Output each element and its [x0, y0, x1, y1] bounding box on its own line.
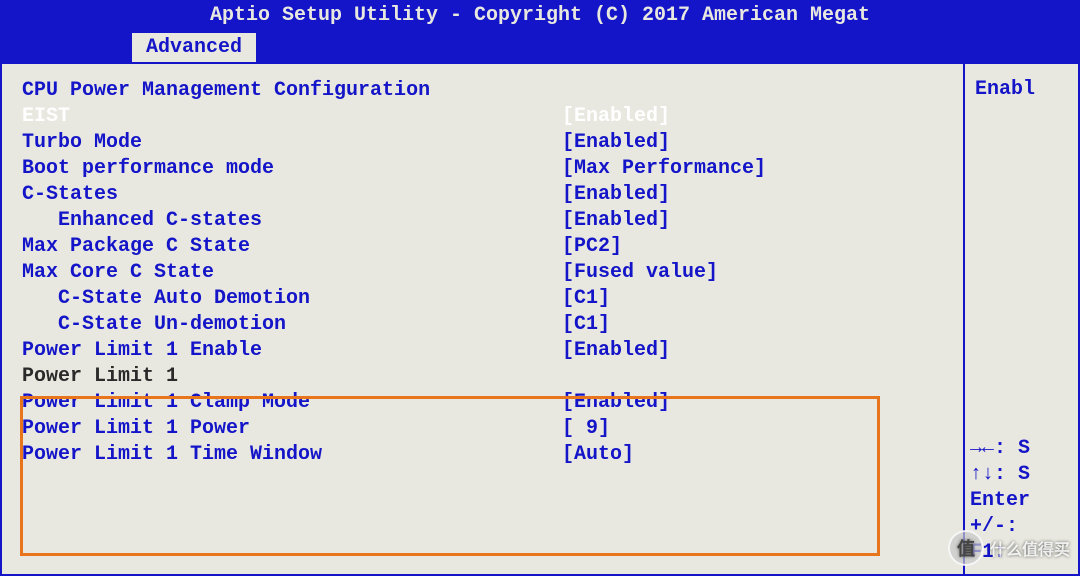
setting-label: Max Package C State [22, 234, 562, 260]
setting-label: Max Core C State [22, 260, 562, 286]
bios-header: Aptio Setup Utility - Copyright (C) 2017… [0, 0, 1080, 32]
setting-row[interactable]: Enhanced C-states[Enabled] [22, 208, 943, 234]
watermark-text: 什么值得买 [990, 536, 1070, 560]
setting-row[interactable]: Max Core C State[Fused value] [22, 260, 943, 286]
key-hint: Enter [970, 488, 1080, 514]
key-hint: →←: S [970, 436, 1080, 462]
help-panel: Enabl →←: S ↑↓: S Enter +/-: F1: [965, 62, 1080, 576]
setting-value: [C1] [562, 286, 610, 312]
setting-value: [Auto] [562, 442, 634, 468]
setting-value: [Max Performance] [562, 156, 766, 182]
setting-row[interactable]: Turbo Mode[Enabled] [22, 130, 943, 156]
setting-label: Boot performance mode [22, 156, 562, 182]
setting-label: Power Limit 1 Time Window [22, 442, 562, 468]
setting-label: EIST [22, 104, 562, 130]
setting-row[interactable]: Boot performance mode[Max Performance] [22, 156, 943, 182]
setting-value: [Enabled] [562, 208, 670, 234]
setting-label: C-State Auto Demotion [22, 286, 562, 312]
setting-row[interactable]: Power Limit 1 [22, 364, 943, 390]
setting-row[interactable]: EIST[Enabled] [22, 104, 943, 130]
setting-value: [Enabled] [562, 338, 670, 364]
setting-label: Power Limit 1 [22, 364, 562, 390]
setting-value: [Enabled] [562, 104, 670, 130]
setting-label: C-State Un-demotion [22, 312, 562, 338]
setting-label: Enhanced C-states [22, 208, 562, 234]
setting-value: [Fused value] [562, 260, 718, 286]
setting-value: [PC2] [562, 234, 622, 260]
setting-row[interactable]: C-State Un-demotion[C1] [22, 312, 943, 338]
key-hint: ↑↓: S [970, 462, 1080, 488]
setting-row[interactable]: Power Limit 1 Power[ 9] [22, 416, 943, 442]
setting-value: [ 9] [562, 416, 610, 442]
setting-row[interactable]: Max Package C State[PC2] [22, 234, 943, 260]
setting-row[interactable]: Power Limit 1 Time Window[Auto] [22, 442, 943, 468]
setting-row[interactable]: C-States[Enabled] [22, 182, 943, 208]
setting-label: C-States [22, 182, 562, 208]
setting-label: Power Limit 1 Enable [22, 338, 562, 364]
setting-row[interactable]: C-State Auto Demotion[C1] [22, 286, 943, 312]
watermark: 值 什么值得买 [948, 530, 1070, 566]
setting-row[interactable]: Power Limit 1 Enable[Enabled] [22, 338, 943, 364]
setting-value: [Enabled] [562, 130, 670, 156]
setting-value: [C1] [562, 312, 610, 338]
tab-label: Advanced [146, 36, 242, 59]
setting-label: Power Limit 1 Power [22, 416, 562, 442]
main-area: CPU Power Management Configuration EIST[… [0, 62, 1080, 576]
tab-bar: Advanced [0, 32, 1080, 62]
setting-label: Turbo Mode [22, 130, 562, 156]
header-title: Aptio Setup Utility - Copyright (C) 2017… [210, 4, 870, 27]
help-text: Enabl [975, 78, 1068, 101]
watermark-icon: 值 [948, 530, 984, 566]
tab-advanced[interactable]: Advanced [130, 31, 258, 62]
setting-value: [Enabled] [562, 182, 670, 208]
setting-value: [Enabled] [562, 390, 670, 416]
section-title: CPU Power Management Configuration [22, 78, 943, 104]
setting-row[interactable]: Power Limit 1 Clamp Mode[Enabled] [22, 390, 943, 416]
settings-panel: CPU Power Management Configuration EIST[… [0, 62, 965, 576]
setting-label: Power Limit 1 Clamp Mode [22, 390, 562, 416]
